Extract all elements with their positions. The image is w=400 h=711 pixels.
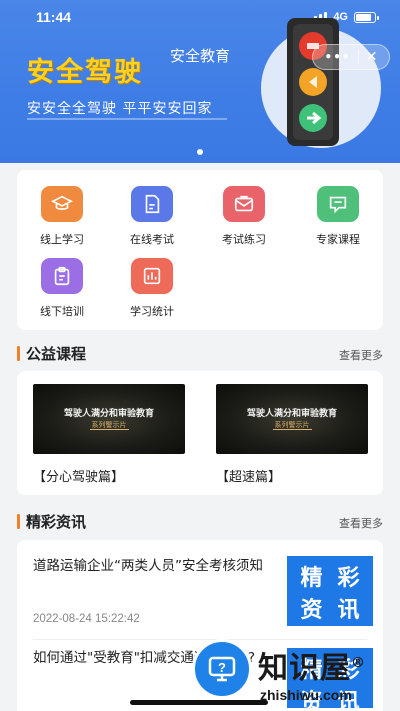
- banner-title: 安全驾驶: [27, 57, 143, 88]
- feature-grid: 线上学习 在线考试 考试练习 专家课程 线下培训 学习统计: [17, 170, 383, 330]
- carousel-indicator[interactable]: [197, 149, 203, 155]
- news-item[interactable]: 道路运输企业“两类人员”安全考核须知 2022-08-24 15:22:42 精…: [33, 556, 373, 636]
- chat-bubble-icon: [317, 186, 359, 222]
- course-thumbnail[interactable]: 驾驶人满分和审验教育 系列警示片: [33, 384, 185, 454]
- courses-more-link[interactable]: 查看更多: [339, 347, 383, 363]
- news-time: 2022-08-24 15:22:42: [33, 613, 140, 625]
- section-accent-bar: [17, 346, 20, 361]
- section-accent-bar: [17, 514, 20, 529]
- document-edit-icon: [131, 186, 173, 222]
- banner-divider: [27, 118, 227, 120]
- news-title[interactable]: 道路运输企业“两类人员”安全考核须知: [33, 556, 273, 576]
- grid-item-label: 线上学习: [40, 233, 84, 246]
- mail-icon: [223, 186, 265, 222]
- courses-header: 公益课程 查看更多: [17, 343, 383, 363]
- traffic-light-illustration: [261, 18, 381, 148]
- grid-item-label: 专家课程: [316, 233, 360, 246]
- grid-item-offline-training[interactable]: 线下培训: [17, 258, 107, 319]
- news-header: 精彩资讯 查看更多: [17, 511, 383, 531]
- svg-text:?: ?: [218, 660, 226, 675]
- grid-item-study-stats[interactable]: 学习统计: [107, 258, 197, 319]
- graduation-cap-icon: [41, 186, 83, 222]
- banner-tag: 安全教育: [170, 47, 231, 65]
- course-name[interactable]: 【分心驾驶篇】: [33, 466, 185, 485]
- more-options-button[interactable]: •••: [325, 50, 351, 64]
- course-thumbnail[interactable]: 驾驶人满分和审验教育 系列警示片: [216, 384, 368, 454]
- banner-subtitle: 安安全全驾驶 平平安安回家: [27, 101, 213, 117]
- home-indicator[interactable]: [130, 700, 268, 705]
- news-more-link[interactable]: 查看更多: [339, 515, 383, 531]
- thumb-title: 驾驶人满分和审验教育: [246, 409, 337, 419]
- courses-card: 驾驶人满分和审验教育 系列警示片 【分心驾驶篇】 驾驶人满分和审验教育 系列警示…: [17, 371, 383, 495]
- course-item[interactable]: 驾驶人满分和审验教育 系列警示片 【超速篇】: [216, 384, 368, 485]
- news-thumbnail[interactable]: 精彩 资讯: [287, 556, 373, 626]
- grid-item-label: 在线考试: [130, 233, 174, 246]
- banner[interactable]: 11:44 4G 安全驾驶 安全教育 安安全全驾驶 平平安安回家 ••• ✕: [0, 0, 400, 163]
- thumb-subtitle: 系列警示片: [272, 421, 312, 430]
- watermark-url: zhishiwu.com: [260, 687, 352, 703]
- grid-item-online-exam[interactable]: 在线考试: [107, 186, 197, 247]
- thumb-subtitle: 系列警示片: [89, 421, 129, 430]
- close-button[interactable]: ✕: [366, 49, 378, 65]
- clipboard-icon: [41, 258, 83, 294]
- grid-item-expert-course[interactable]: 专家课程: [293, 186, 383, 247]
- grid-item-online-study[interactable]: 线上学习: [17, 186, 107, 247]
- grid-item-label: 线下培训: [40, 305, 84, 318]
- grid-item-label: 学习统计: [130, 305, 174, 318]
- thumb-title: 驾驶人满分和审验教育: [63, 409, 154, 419]
- miniapp-capsule: ••• ✕: [312, 44, 390, 70]
- status-time: 11:44: [36, 9, 72, 25]
- grid-item-label: 考试练习: [222, 233, 266, 246]
- watermark-text: 知识屋®: [258, 651, 366, 686]
- section-title: 精彩资讯: [26, 513, 87, 531]
- grid-item-exam-practice[interactable]: 考试练习: [199, 186, 289, 247]
- monitor-question-icon: ?: [192, 639, 252, 699]
- section-title: 公益课程: [26, 345, 87, 363]
- course-item[interactable]: 驾驶人满分和审验教育 系列警示片 【分心驾驶篇】: [33, 384, 185, 485]
- capsule-separator: [357, 50, 359, 64]
- course-name[interactable]: 【超速篇】: [216, 466, 368, 485]
- stats-icon: [131, 258, 173, 294]
